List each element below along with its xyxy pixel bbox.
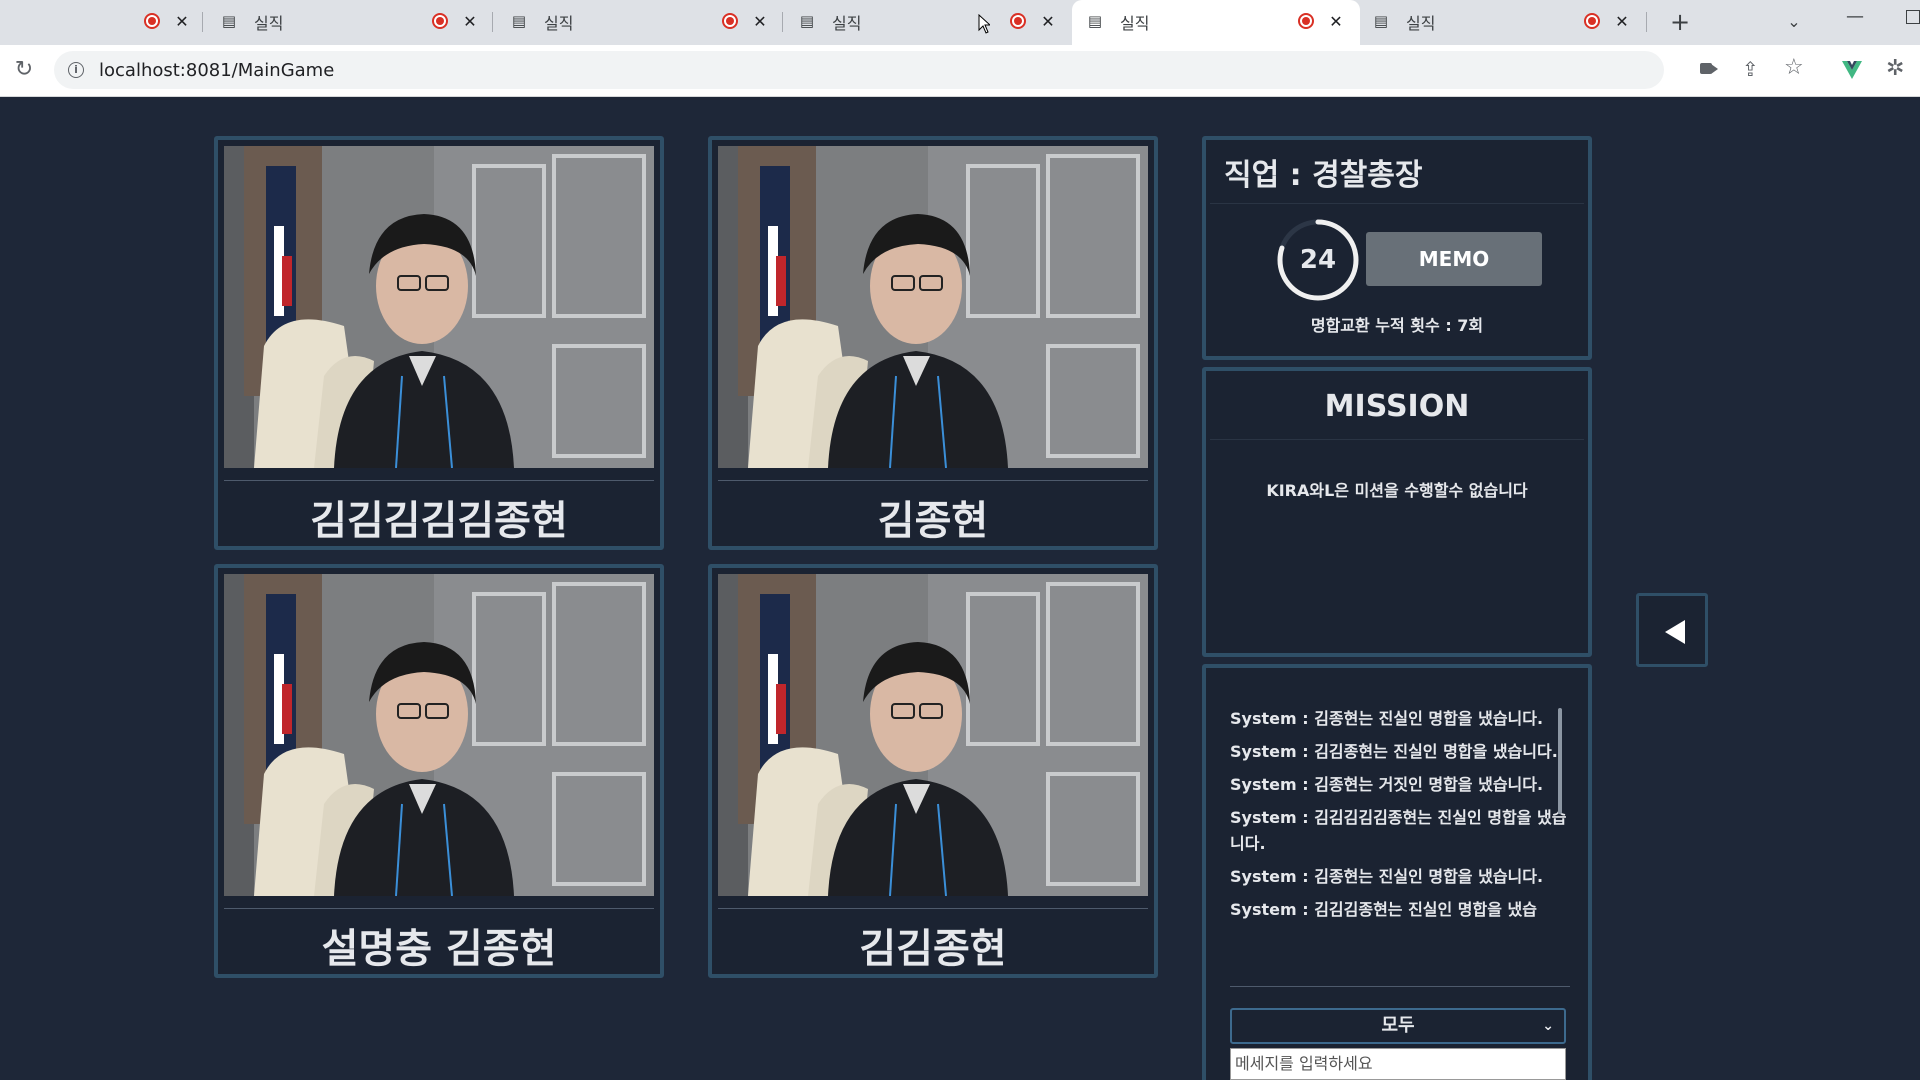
chat-message: System : 김종현는 진실인 명합을 냈습니다.	[1230, 709, 1544, 728]
mission-text: KIRA와L은 미션을 수행할수 없습니다	[1266, 481, 1528, 500]
chat-message: System : 김김김김김종현는 진실인 명합을 냈습니다.	[1230, 808, 1567, 853]
tab-strip: ✕ ▤ 실직 ✕ ▤ 실직 ✕ ▤ 실직 ✕ ▤ 실직 ✕ ▤ 실직 ✕ + ⌄…	[0, 0, 1920, 45]
extensions-icon[interactable]: ✲	[1886, 56, 1904, 81]
tab-title: 실직	[1120, 14, 1150, 33]
memo-button[interactable]: MEMO	[1366, 232, 1542, 286]
chat-channel-value: 모두	[1381, 1015, 1415, 1036]
chevron-down-icon[interactable]: ⌄	[1780, 8, 1808, 36]
chat-scrollbar[interactable]	[1558, 708, 1562, 814]
chat-divider	[1230, 986, 1570, 987]
browser-tab[interactable]: ▤ 실직 ✕	[210, 0, 498, 45]
tab-title: 실직	[832, 14, 862, 33]
maximize-icon[interactable]	[1906, 10, 1920, 24]
vue-devtools-icon[interactable]	[1842, 61, 1862, 79]
triangle-left-icon	[1665, 620, 1685, 644]
reload-icon[interactable]: ↻	[10, 56, 38, 84]
address-bar: ↻ i localhost:8081/MainGame ⇪ ☆ ✲	[0, 45, 1920, 97]
notebook-icon: ▤	[1087, 12, 1103, 30]
url-text: localhost:8081/MainGame	[99, 60, 335, 81]
collapse-panel-button[interactable]	[1636, 593, 1708, 667]
tab-title: 실직	[254, 14, 284, 33]
browser-tab[interactable]: ▤ 실직 ✕	[1362, 0, 1650, 45]
recording-icon	[432, 13, 448, 29]
new-tab-icon[interactable]: +	[1664, 6, 1696, 38]
panel-divider	[1210, 439, 1584, 440]
minimize-icon[interactable]: —	[1846, 6, 1864, 27]
player-video	[224, 574, 654, 896]
recording-icon	[1584, 13, 1600, 29]
player-card[interactable]: 설명충 김종현	[214, 564, 664, 978]
notebook-icon: ▤	[799, 12, 815, 30]
close-tab-icon[interactable]: ✕	[462, 12, 478, 31]
chevron-down-icon: ⌄	[1542, 1018, 1554, 1034]
player-name: 김김김김김종현	[310, 498, 568, 544]
player-video	[718, 146, 1148, 468]
tab-title: 실직	[544, 14, 574, 33]
camera-icon[interactable]	[1700, 62, 1718, 75]
player-name: 설명충 김종현	[321, 926, 557, 972]
chat-message: System : 김김종현는 진실인 명합을 냈습니다.	[1230, 742, 1558, 761]
player-name: 김김종현	[859, 926, 1007, 972]
mission-panel: MISSION KIRA와L은 미션을 수행할수 없습니다	[1202, 367, 1592, 657]
url-field[interactable]: i localhost:8081/MainGame	[54, 51, 1664, 89]
notebook-icon: ▤	[511, 12, 527, 30]
share-icon[interactable]: ⇪	[1742, 57, 1759, 81]
close-tab-icon[interactable]: ✕	[1328, 12, 1344, 31]
chat-message: System : 김김김종현는 진실인 명합을 냈습	[1230, 900, 1537, 919]
mouse-cursor-icon	[978, 14, 990, 34]
browser-tab[interactable]: ▤ 실직 ✕	[788, 0, 1076, 45]
card-divider	[224, 908, 654, 909]
card-divider	[718, 908, 1148, 909]
tab-title: 실직	[1406, 14, 1436, 33]
recording-icon	[144, 13, 160, 29]
job-panel: 직업 : 경찰총장 24 MEMO 명합교환 누적 횟수 : 7회	[1202, 136, 1592, 360]
countdown-timer: 24	[1276, 218, 1360, 302]
job-title: 직업 : 경찰총장	[1224, 158, 1423, 193]
player-card[interactable]: 김김김김김종현	[214, 136, 664, 550]
chat-log[interactable]: System : 김종현는 진실인 명합을 냈습니다. System : 김김종…	[1230, 706, 1570, 954]
player-video	[224, 146, 654, 468]
chat-message: System : 김종현는 거짓인 명합을 냈습니다.	[1230, 775, 1544, 794]
notebook-icon: ▤	[1373, 12, 1389, 30]
bookmark-star-icon[interactable]: ☆	[1784, 55, 1804, 80]
player-video	[718, 574, 1148, 896]
exchange-count: 명합교환 누적 횟수 : 7회	[1310, 316, 1484, 335]
close-tab-icon[interactable]: ✕	[1040, 12, 1056, 31]
info-icon[interactable]: i	[68, 62, 84, 78]
player-card[interactable]: 김김종현	[708, 564, 1158, 978]
notebook-icon: ▤	[221, 12, 237, 30]
browser-tab-active[interactable]: ▤ 실직 ✕	[1072, 0, 1360, 45]
card-divider	[718, 480, 1148, 481]
chat-panel: System : 김종현는 진실인 명합을 냈습니다. System : 김김종…	[1202, 664, 1592, 1080]
close-tab-icon[interactable]: ✕	[752, 12, 768, 31]
mission-title: MISSION	[1324, 389, 1470, 424]
browser-tab[interactable]: ▤ 실직 ✕	[500, 0, 788, 45]
close-tab-icon[interactable]: ✕	[174, 12, 190, 31]
chat-message: System : 김종현는 진실인 명합을 냈습니다.	[1230, 867, 1544, 886]
recording-icon	[1298, 13, 1314, 29]
player-name: 김종현	[877, 498, 989, 544]
card-divider	[224, 480, 654, 481]
panel-divider	[1210, 203, 1584, 204]
timer-value: 24	[1299, 245, 1337, 275]
chat-message-input[interactable]: 메세지를 입력하세요	[1230, 1048, 1566, 1080]
chat-channel-select[interactable]: 모두 ⌄	[1230, 1008, 1566, 1044]
close-tab-icon[interactable]: ✕	[1614, 12, 1630, 31]
player-card[interactable]: 김종현	[708, 136, 1158, 550]
recording-icon	[1010, 13, 1026, 29]
recording-icon	[722, 13, 738, 29]
